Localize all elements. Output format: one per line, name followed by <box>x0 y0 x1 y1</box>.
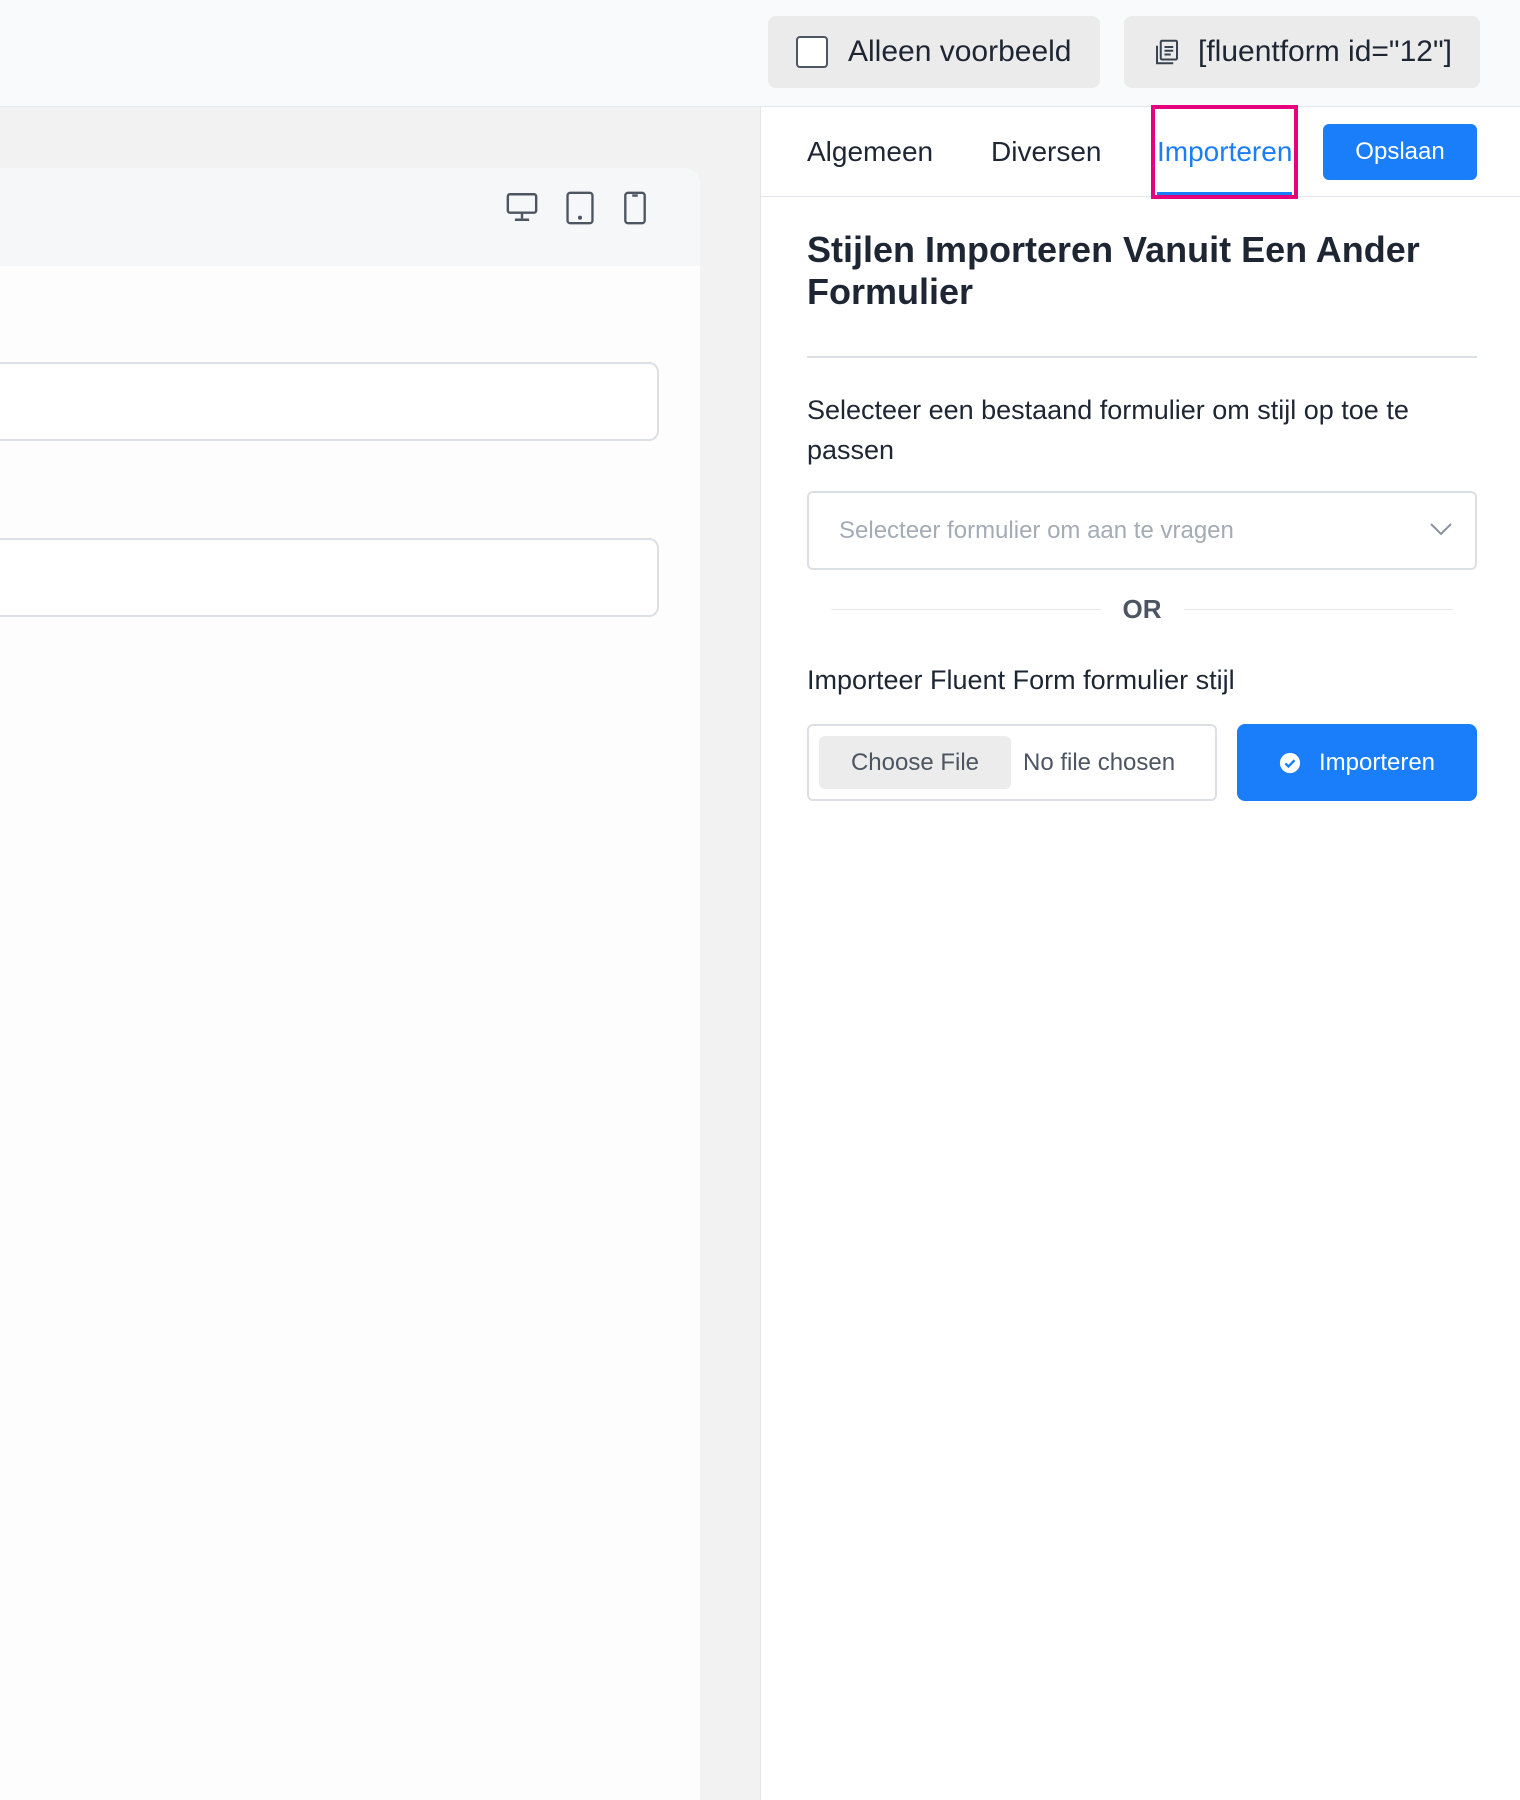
tablet-icon[interactable] <box>563 190 597 226</box>
form-select[interactable]: Selecteer formulier om aan te vragen <box>807 491 1477 570</box>
form-field-preview-2[interactable] <box>0 538 659 617</box>
preview-checkbox[interactable] <box>796 36 828 68</box>
mobile-icon[interactable] <box>621 190 649 226</box>
save-button[interactable]: Opslaan <box>1323 124 1477 180</box>
import-file-label: Importeer Fluent Form formulier stijl <box>807 665 1235 695</box>
import-button[interactable]: Importeren <box>1237 724 1477 801</box>
settings-tabs: Algemeen Diversen Importeren Opslaan <box>761 105 1520 199</box>
or-separator: OR <box>831 587 1453 631</box>
choose-file-button[interactable]: Choose File <box>819 736 1011 789</box>
chevron-down-icon <box>1430 523 1452 536</box>
shortcode-text: [fluentform id="12"] <box>1198 35 1452 68</box>
tab-algemeen[interactable]: Algemeen <box>807 107 933 197</box>
form-select-placeholder: Selecteer formulier om aan te vragen <box>839 516 1234 544</box>
or-text: OR <box>1122 593 1162 624</box>
top-bar: Alleen voorbeeld [fluentform id="12"] <box>0 0 1520 107</box>
preview-label: Alleen voorbeeld <box>848 35 1072 68</box>
file-status: No file chosen <box>1023 748 1176 776</box>
form-field-preview-1[interactable] <box>0 362 659 441</box>
file-input[interactable]: Choose File No file chosen <box>807 724 1217 801</box>
section-divider <box>807 356 1477 358</box>
select-form-label: Selecteer een bestaand formulier om stij… <box>807 395 1409 465</box>
form-preview-canvas <box>0 168 700 1800</box>
check-circle-icon <box>1279 752 1301 773</box>
preview-only-toggle[interactable]: Alleen voorbeeld <box>768 16 1100 88</box>
section-title: Stijlen Importeren Vanuit Een Ander Form… <box>807 229 1420 312</box>
style-settings-panel: Algemeen Diversen Importeren Opslaan Sti… <box>760 105 1520 1800</box>
copy-shortcode-button[interactable]: [fluentform id="12"] <box>1124 16 1480 88</box>
import-button-label: Importeren <box>1318 748 1436 776</box>
desktop-icon[interactable] <box>505 190 539 224</box>
tab-diversen[interactable]: Diversen <box>991 107 1101 197</box>
device-switcher <box>0 168 700 266</box>
copy-icon <box>1156 39 1178 65</box>
tab-importeren[interactable]: Importeren <box>1150 105 1299 199</box>
